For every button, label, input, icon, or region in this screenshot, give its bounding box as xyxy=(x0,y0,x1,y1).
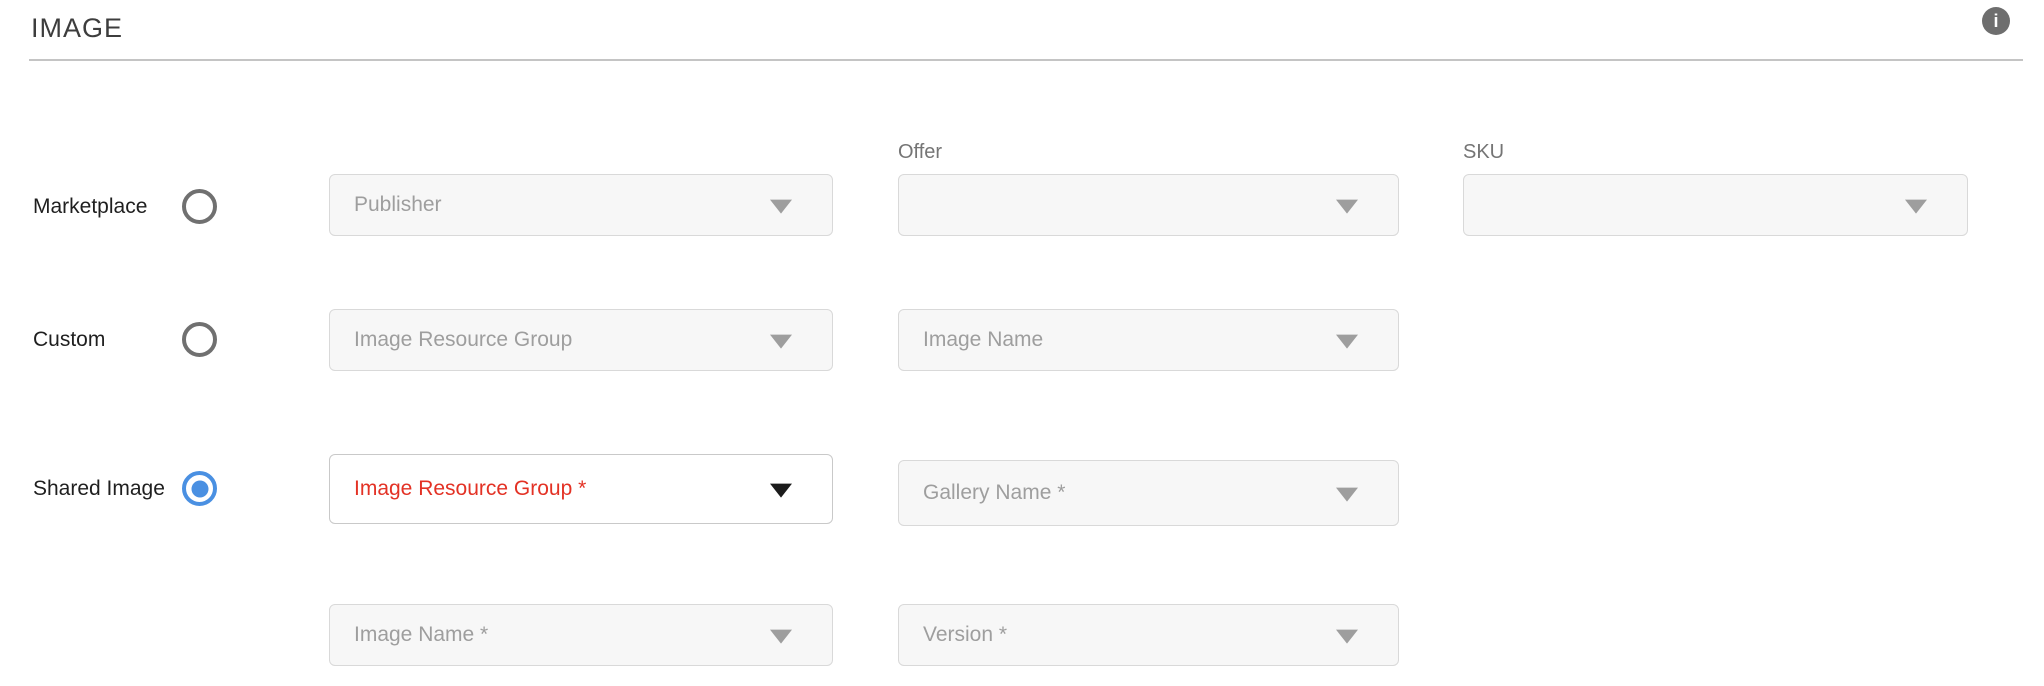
dropdown-gallery-name-placeholder: Gallery Name * xyxy=(923,481,1065,505)
chevron-down-icon xyxy=(1336,335,1358,349)
radio-marketplace[interactable] xyxy=(182,189,217,224)
dropdown-custom-image-resource-group-placeholder: Image Resource Group xyxy=(354,328,572,352)
dropdown-version-placeholder: Version * xyxy=(923,623,1007,647)
chevron-down-icon xyxy=(1336,630,1358,644)
section-title: IMAGE xyxy=(31,13,123,44)
radio-shared-image[interactable] xyxy=(182,471,217,506)
dropdown-shared-image-name[interactable]: Image Name * xyxy=(329,604,833,666)
image-section: IMAGE i Marketplace Publisher Offer SKU … xyxy=(0,0,2044,686)
sku-label: SKU xyxy=(1463,140,1504,164)
chevron-down-icon xyxy=(1905,200,1927,214)
chevron-down-icon xyxy=(770,630,792,644)
chevron-down-icon xyxy=(1336,488,1358,502)
dropdown-gallery-name[interactable]: Gallery Name * xyxy=(898,460,1399,526)
custom-option-label: Custom xyxy=(33,327,105,353)
dropdown-sku[interactable] xyxy=(1463,174,1968,236)
radio-custom[interactable] xyxy=(182,322,217,357)
offer-label: Offer xyxy=(898,140,942,164)
dropdown-custom-image-name[interactable]: Image Name xyxy=(898,309,1399,371)
dropdown-shared-image-name-placeholder: Image Name * xyxy=(354,623,488,647)
dropdown-offer[interactable] xyxy=(898,174,1399,236)
dropdown-custom-image-name-placeholder: Image Name xyxy=(923,328,1043,352)
dropdown-version[interactable]: Version * xyxy=(898,604,1399,666)
dropdown-publisher-placeholder: Publisher xyxy=(354,193,442,217)
dropdown-custom-image-resource-group[interactable]: Image Resource Group xyxy=(329,309,833,371)
info-icon[interactable]: i xyxy=(1982,7,2010,35)
shared-image-option-label: Shared Image xyxy=(33,476,165,502)
dropdown-publisher[interactable]: Publisher xyxy=(329,174,833,236)
chevron-down-icon xyxy=(770,484,792,498)
chevron-down-icon xyxy=(1336,200,1358,214)
chevron-down-icon xyxy=(770,200,792,214)
marketplace-option-label: Marketplace xyxy=(33,194,147,220)
header-divider xyxy=(29,59,2023,61)
dropdown-shared-image-resource-group-placeholder: Image Resource Group * xyxy=(354,477,586,501)
dropdown-shared-image-resource-group[interactable]: Image Resource Group * xyxy=(329,454,833,524)
chevron-down-icon xyxy=(770,335,792,349)
